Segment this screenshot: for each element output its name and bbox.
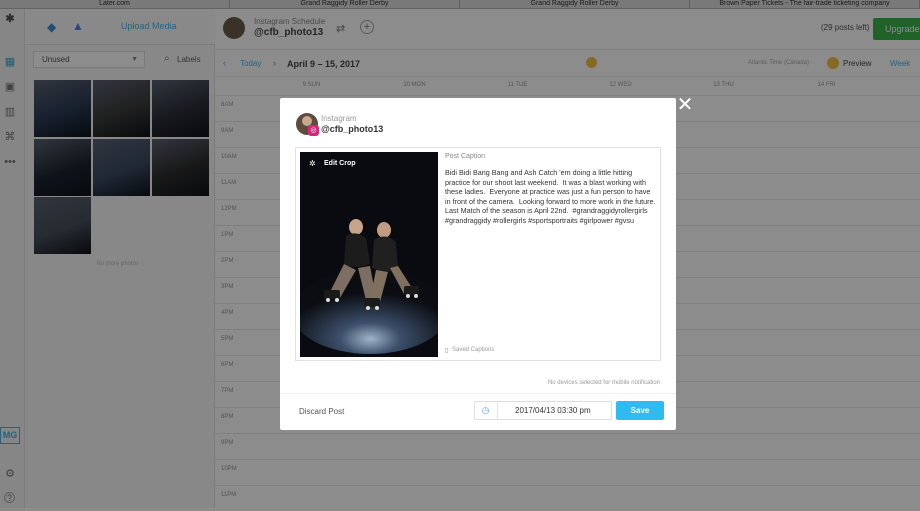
datetime-picker[interactable]: ◷ 2017/04/13 03:30 pm <box>474 401 612 420</box>
datetime-separator <box>497 402 498 419</box>
datetime-value[interactable]: 2017/04/13 03:30 pm <box>515 406 591 415</box>
saved-captions-link[interactable]: Saved Captions <box>452 347 494 353</box>
account-handle: @cfb_photo13 <box>321 124 384 134</box>
post-photo-image <box>300 152 438 357</box>
post-editor-box: ✲ Edit Crop Post Caption Bidi Bidi Bang … <box>295 147 661 361</box>
edit-crop-button[interactable]: Edit Crop <box>324 160 356 167</box>
platform-label: Instagram <box>321 114 357 123</box>
modal-divider <box>280 393 676 394</box>
crop-icon[interactable]: ✲ <box>309 159 316 168</box>
instagram-icon: ◎ <box>308 125 319 136</box>
post-edit-modal: ◎ Instagram @cfb_photo13 ✲ Edit Crop Pos… <box>280 98 676 430</box>
caption-textarea[interactable]: Bidi Bidi Bang Bang and Ash Catch 'em do… <box>445 168 657 318</box>
clock-icon: ◷ <box>481 405 490 415</box>
saved-captions-icon[interactable]: ▯ <box>445 347 448 354</box>
mobile-notification-notice: No devices selected for mobile notificat… <box>547 380 660 386</box>
caption-heading: Post Caption <box>445 153 486 160</box>
save-button[interactable]: Save <box>616 401 664 420</box>
close-modal-icon[interactable]: ✕ <box>676 95 694 115</box>
post-photo: ✲ Edit Crop <box>300 152 438 357</box>
discard-post-button[interactable]: Discard Post <box>299 407 344 416</box>
